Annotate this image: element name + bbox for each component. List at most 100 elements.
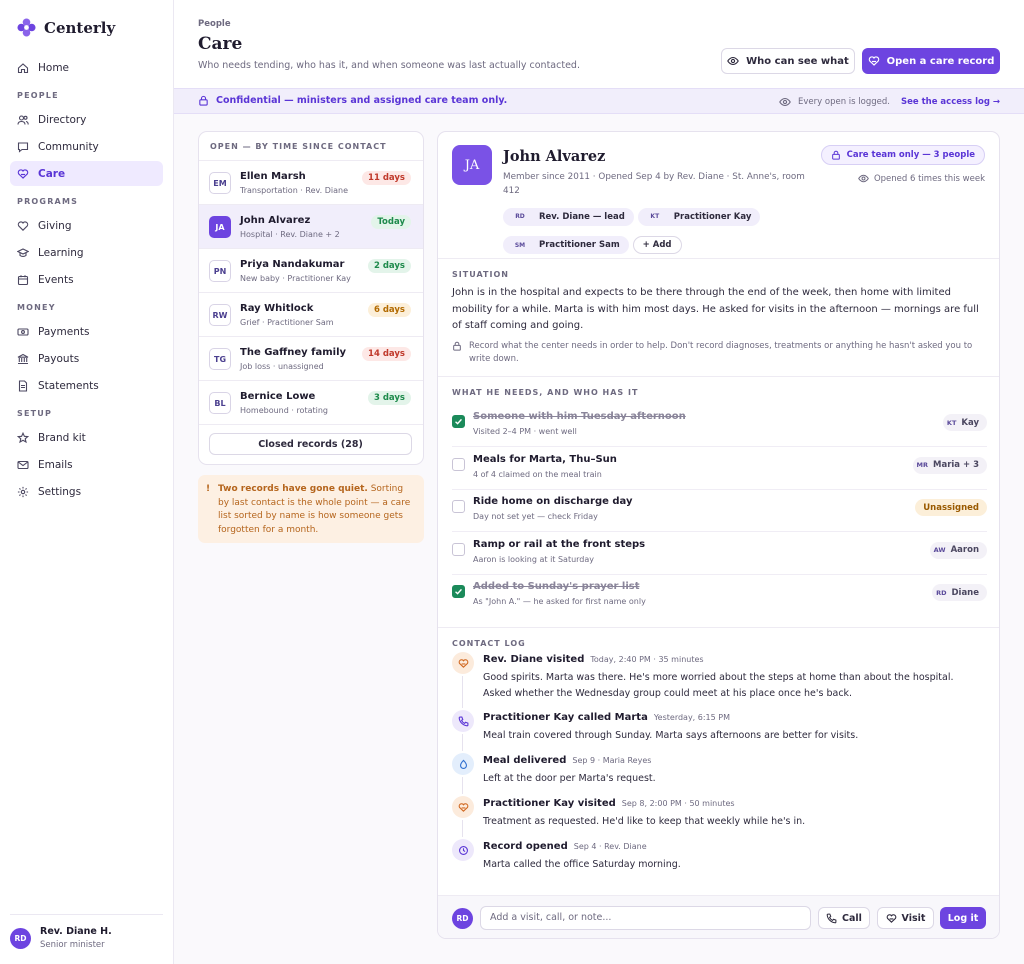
member-label: Rev. Diane — lead <box>539 211 625 222</box>
need-checkbox[interactable] <box>452 542 465 556</box>
brand[interactable]: Centerly <box>17 18 115 37</box>
owner-name: Unassigned <box>923 502 979 513</box>
need-owner[interactable]: KT Kay <box>942 414 987 431</box>
need-item: Ride home on discharge day Day not set ye… <box>452 490 987 532</box>
eye-icon <box>858 174 869 183</box>
log-time: Yesterday, 6:15 PM <box>653 713 730 722</box>
care-team-member-chip[interactable]: RD Rev. Diane — lead <box>503 207 634 226</box>
sidebar-item-statements[interactable]: Statements <box>10 373 163 398</box>
document-icon <box>18 379 28 392</box>
sidebar-item-giving[interactable]: Giving <box>10 213 163 238</box>
sidebar-item-label: Payouts <box>38 352 80 365</box>
situation-heading: SITUATION <box>452 270 509 279</box>
sidebar-item-community[interactable]: Community <box>10 134 163 159</box>
closed-records-button[interactable]: Closed records (28) <box>209 433 412 455</box>
visit-button[interactable]: Visit <box>877 907 934 929</box>
need-subtitle: Day not set yet — check Friday <box>473 512 598 521</box>
avatar: RD <box>10 927 31 949</box>
care-team: RD Rev. Diane — lead KT Practitioner Kay SM P… <box>503 203 803 260</box>
log-entry-body: Left at the door per Marta's request. <box>483 773 656 784</box>
user-role: Senior minister <box>40 940 105 950</box>
need-owner[interactable]: MR Maria + 3 <box>912 456 987 474</box>
sidebar-item-payouts[interactable]: Payouts <box>10 346 163 371</box>
sidebar-item-settings[interactable]: Settings <box>10 479 163 504</box>
heart-hands-icon <box>452 652 474 674</box>
care-team-visibility[interactable]: Care team only — 3 people <box>820 145 985 165</box>
record-meta: Job loss · unassigned <box>240 362 324 371</box>
need-checkbox[interactable] <box>452 585 465 598</box>
call-button[interactable]: Call <box>818 907 870 929</box>
sidebar-item-events[interactable]: Events <box>10 267 163 292</box>
who-can-see-button[interactable]: Who can see what <box>721 48 855 74</box>
need-checkbox[interactable] <box>452 415 465 428</box>
sidebar-item-care[interactable]: Care <box>10 161 163 186</box>
chat-icon <box>17 141 29 153</box>
sidebar-item-label: Emails <box>38 458 73 471</box>
heart-icon <box>17 220 29 231</box>
breadcrumb[interactable]: People <box>198 19 231 29</box>
record-meta: Transportation · Rev. Diane <box>240 186 348 195</box>
time-since-contact-badge: Today <box>371 215 411 229</box>
heart-hands-icon <box>452 796 474 818</box>
sidebar-item-label: Statements <box>38 379 99 392</box>
care-record-item[interactable]: BL Bernice Lowe Homebound · rotating 3 days <box>199 381 423 425</box>
note-input[interactable]: Add a visit, call, or note... <box>480 906 811 930</box>
log-title: Record opened <box>483 841 568 852</box>
current-user[interactable]: RD Rev. Diane H. Senior minister <box>10 914 163 950</box>
need-owner[interactable]: RD Diane <box>932 584 987 601</box>
record-initials: BL <box>209 392 231 414</box>
sidebar-section-programs: PROGRAMS <box>17 197 79 206</box>
need-title: Ramp or rail at the front steps <box>473 538 646 550</box>
bank-icon <box>17 353 29 364</box>
log-it-button[interactable]: Log it <box>940 907 986 929</box>
sidebar-item-payments[interactable]: Payments <box>10 319 163 344</box>
care-team-member-chip[interactable]: SM Practitioner Sam <box>503 236 629 254</box>
owner-name: Maria + 3 <box>933 460 979 470</box>
record-name: John Alvarez <box>240 215 311 226</box>
sidebar-section-people: PEOPLE <box>17 91 59 100</box>
sidebar-item-emails[interactable]: Emails <box>10 452 163 477</box>
record-meta: Hospital · Rev. Diane + 2 <box>240 230 340 239</box>
sidebar-item-label: Directory <box>38 113 87 126</box>
add-team-member-button[interactable]: + Add <box>632 235 682 254</box>
log-entry-title: Practitioner Kay visited Sep 8, 2:00 PM ·… <box>483 798 735 809</box>
need-title: Added to Sunday's prayer list <box>473 581 640 592</box>
time-since-contact-badge: 6 days <box>367 303 411 317</box>
care-record-item[interactable]: TG The Gaffney family Job loss · unassigne… <box>199 337 423 381</box>
divider <box>438 627 999 628</box>
open-care-record-button[interactable]: Open a care record <box>862 48 1000 74</box>
sidebar-item-learning[interactable]: Learning <box>10 240 163 265</box>
care-record-item[interactable]: RW Ray Whitlock Grief · Practitioner Sam 6 … <box>199 293 423 337</box>
sidebar-item-home[interactable]: Home <box>10 55 163 80</box>
sidebar-item-directory[interactable]: Directory <box>10 107 163 132</box>
button-label: Open a care record <box>886 55 995 67</box>
log-entry-title: Record opened Sep 4 · Rev. Diane <box>483 841 647 852</box>
member-initials: KT <box>650 213 660 220</box>
time-since-contact-badge: 2 days <box>367 259 411 273</box>
person-meta: Member since 2011 · Opened Sep 4 by Rev.… <box>503 172 805 196</box>
member-initials: RD <box>515 213 525 220</box>
care-record-item[interactable]: JA John Alvarez Hospital · Rev. Diane + 2 T… <box>199 205 423 249</box>
care-team-member-chip[interactable]: KT Practitioner Kay <box>637 207 761 226</box>
access-log-link[interactable]: See the access log → <box>901 97 1000 107</box>
need-owner-unassigned[interactable]: Unassigned <box>915 499 987 516</box>
app-root: Centerly Home PEOPLE Directory Community… <box>0 0 1024 964</box>
log-title: Practitioner Kay called Marta <box>483 712 648 723</box>
logo-icon <box>17 18 36 37</box>
care-record-item[interactable]: PN Priya Nandakumar New baby · Practitione… <box>199 249 423 293</box>
opened-text: Opened 6 times this week <box>873 173 985 184</box>
owner-name: Diane <box>951 587 979 598</box>
log-entry-body: Good spirits. Marta was there. He's more… <box>483 672 954 699</box>
need-checkbox[interactable] <box>452 457 465 471</box>
need-checkbox[interactable] <box>452 500 465 513</box>
need-item: Ramp or rail at the front steps Aaron is … <box>452 533 987 575</box>
page-subtitle: Who needs tending, who has it, and when … <box>198 60 580 71</box>
owner-initials: RD <box>936 588 947 597</box>
sidebar-item-label: Payments <box>38 325 90 338</box>
log-entry-title: Practitioner Kay called Marta Yesterday, … <box>483 712 730 723</box>
care-record-item[interactable]: EM Ellen Marsh Transportation · Rev. Diane… <box>199 161 423 205</box>
sidebar-item-brand-kit[interactable]: Brand kit <box>10 425 163 450</box>
record-name: Priya Nandakumar <box>240 259 345 270</box>
button-label: Visit <box>901 912 926 924</box>
need-owner[interactable]: AW Aaron <box>929 541 987 559</box>
